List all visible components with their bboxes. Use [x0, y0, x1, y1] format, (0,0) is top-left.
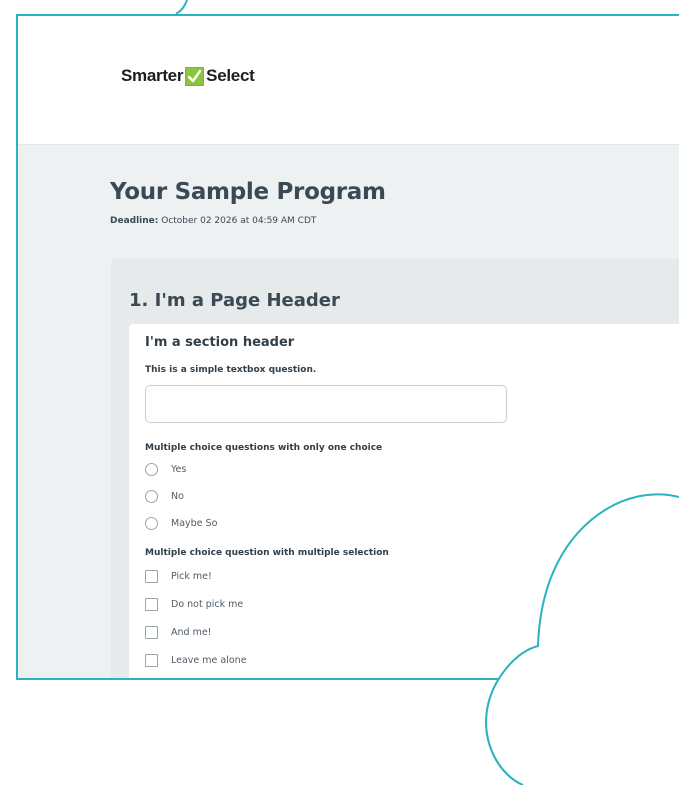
- cloud-overlay-decoration: [485, 493, 679, 785]
